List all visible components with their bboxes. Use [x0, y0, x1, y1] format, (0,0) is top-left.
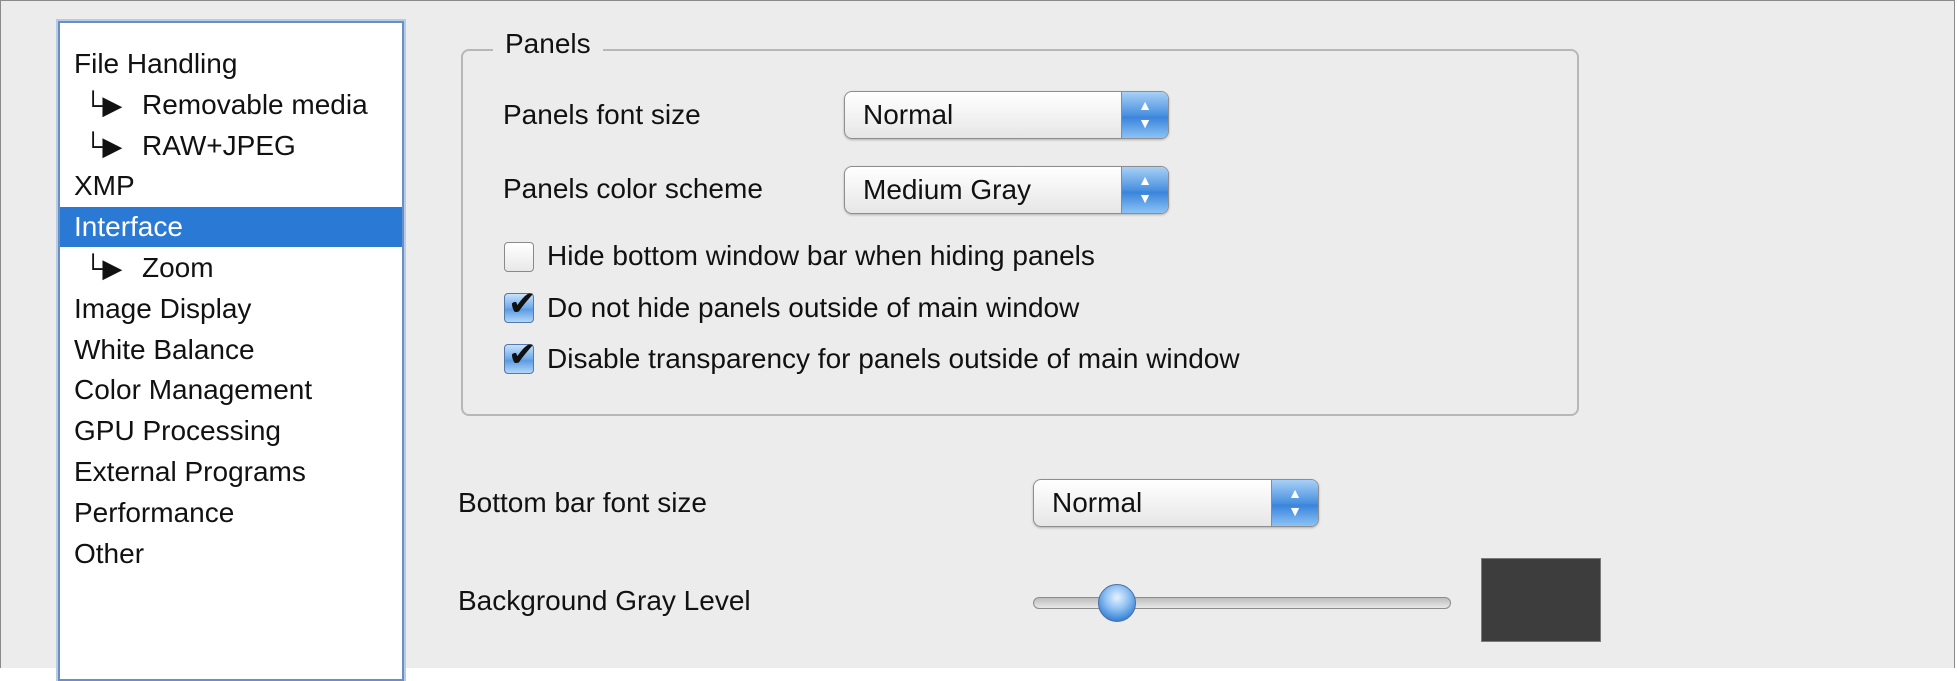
sidebar-item-performance[interactable]: Performance	[60, 493, 402, 533]
sidebar-item-zoom[interactable]: └▶ Zoom	[60, 248, 402, 288]
sidebar-item-removable-media[interactable]: └▶ Removable media	[60, 85, 402, 125]
sidebar-item-image-display[interactable]: Image Display	[60, 289, 402, 329]
disable-transparency-checkbox[interactable]: ✔	[504, 336, 537, 374]
sidebar-item-white-balance[interactable]: White Balance	[60, 330, 402, 370]
sidebar-item-external-programs[interactable]: External Programs	[60, 452, 402, 492]
sidebar-item-label: File Handling	[74, 48, 238, 79]
bottom-bar-font-size-label: Bottom bar font size	[458, 487, 708, 518]
sidebar-item-label: Interface	[74, 211, 183, 243]
background-gray-slider-knob[interactable]	[1097, 584, 1136, 622]
background-gray-swatch	[1481, 558, 1601, 642]
background-gray-slider-track[interactable]	[1033, 597, 1451, 609]
checkmark-icon: ✔	[508, 336, 537, 374]
do-not-hide-panels-label: Do not hide panels outside of main windo…	[547, 292, 1080, 323]
sidebar-item-label: Performance	[74, 496, 235, 528]
preferences-category-list[interactable]: File Handling └▶ Removable media └▶ RAW+JPEG…	[58, 21, 404, 681]
preferences-window: File Handling └▶ Removable media └▶ RAW+JPEG…	[0, 0, 1955, 681]
up-down-arrows-icon: ▲ ▼	[1121, 92, 1168, 138]
disable-transparency-label: Disable transparency for panels outside …	[547, 343, 1240, 374]
bottom-bar-font-size-select[interactable]: Normal ▲ ▼	[1033, 479, 1319, 527]
sidebar-item-label: Removable media	[142, 88, 368, 120]
sidebar-item-label: XMP	[74, 170, 135, 202]
panels-color-scheme-select[interactable]: Medium Gray ▲ ▼	[844, 166, 1169, 214]
sidebar-item-color-management[interactable]: Color Management	[60, 370, 402, 410]
sidebar-item-label: GPU Processing	[74, 415, 281, 447]
sidebar-item-label: Other	[74, 537, 145, 569]
panels-font-size-select[interactable]: Normal ▲ ▼	[844, 91, 1169, 139]
sidebar-item-label: White Balance	[74, 333, 255, 365]
panels-group-title: Panels	[493, 25, 603, 63]
panels-font-size-value: Normal	[863, 99, 954, 130]
sidebar-item-interface[interactable]: Interface	[60, 207, 402, 248]
sidebar-item-file-handling[interactable]: File Handling	[60, 44, 402, 84]
sidebar-item-label: Zoom	[142, 252, 214, 283]
up-down-arrows-icon: ▲ ▼	[1271, 480, 1318, 526]
panels-color-scheme-value: Medium Gray	[863, 174, 1032, 205]
panels-color-scheme-label: Panels color scheme	[503, 173, 763, 204]
do-not-hide-panels-checkbox[interactable]: ✔	[504, 285, 537, 323]
sidebar-item-label: Color Management	[74, 374, 313, 406]
panels-font-size-label: Panels font size	[503, 99, 701, 130]
subitem-arrow-icon: └▶	[84, 130, 123, 161]
sidebar-item-gpu-processing[interactable]: GPU Processing	[60, 411, 402, 451]
sidebar-item-xmp[interactable]: XMP	[60, 166, 402, 206]
subitem-arrow-icon: └▶	[84, 253, 123, 283]
sidebar-item-raw-jpeg[interactable]: └▶ RAW+JPEG	[60, 126, 402, 166]
bottom-bar-font-size-value: Normal	[1052, 487, 1143, 518]
sidebar-item-other[interactable]: Other	[60, 534, 402, 574]
sidebar-item-label: RAW+JPEG	[142, 129, 296, 161]
up-down-arrows-icon: ▲ ▼	[1121, 167, 1168, 213]
checkmark-icon: ✔	[508, 285, 537, 323]
hide-bottom-bar-label: Hide bottom window bar when hiding panel…	[547, 240, 1095, 271]
sidebar-item-label: Image Display	[74, 292, 252, 324]
background-gray-level-label: Background Gray Level	[458, 585, 751, 616]
subitem-arrow-icon: └▶	[84, 89, 123, 120]
sidebar-item-label: External Programs	[74, 456, 306, 487]
hide-bottom-bar-checkbox[interactable]	[504, 242, 534, 272]
